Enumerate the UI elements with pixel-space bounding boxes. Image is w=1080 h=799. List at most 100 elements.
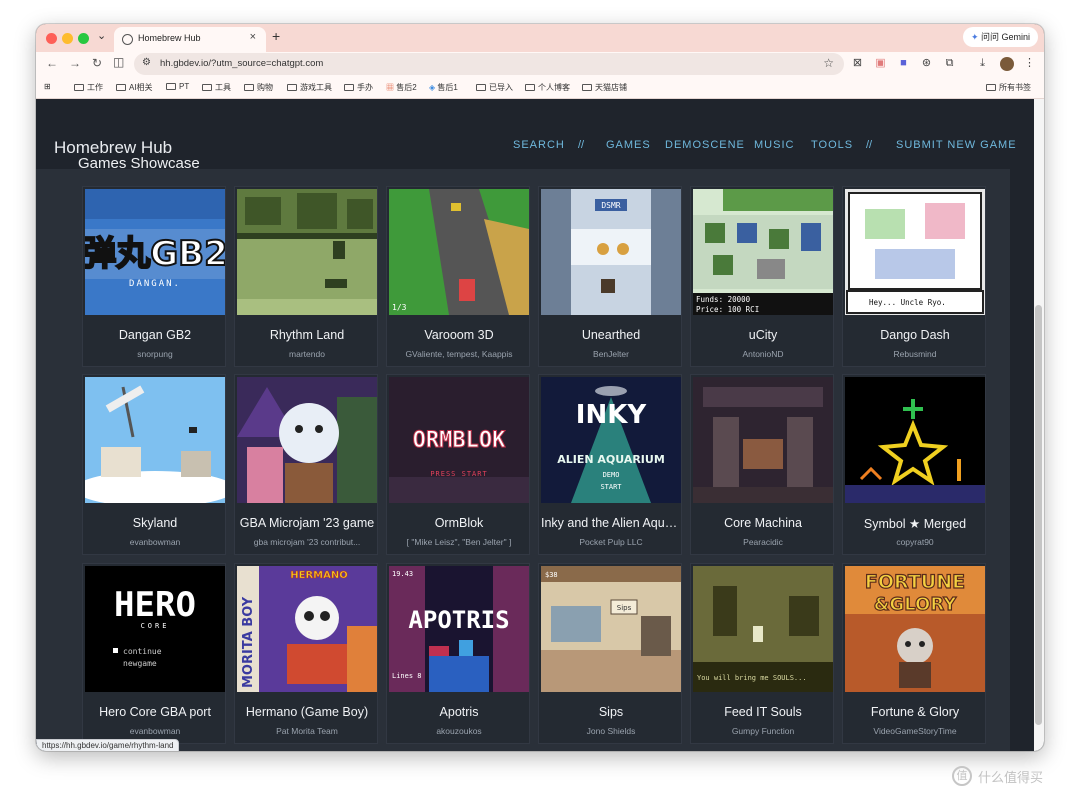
game-card[interactable]: Skyland evanbowman — [82, 374, 226, 555]
gemini-button[interactable]: ✦ 问问 Gemini — [962, 27, 1038, 47]
nav-music[interactable]: MUSIC — [754, 139, 794, 151]
hero-core-thumb: HERO CORE continue newgame — [85, 566, 225, 692]
game-card[interactable]: MORITA BOY HERMANO Hermano (Game Boy) Pa… — [234, 563, 378, 744]
bookmark-folder[interactable]: 天猫店铺 — [582, 82, 627, 93]
bookmark-folder[interactable]: 工作 — [74, 82, 103, 93]
game-title[interactable]: Dango Dash — [845, 328, 985, 342]
game-title[interactable]: Core Machina — [693, 516, 833, 530]
nav-tools[interactable]: TOOLS — [811, 139, 853, 151]
game-author: evanbowman — [129, 537, 181, 547]
game-card[interactable]: 弹丸GB2 DANGAN. Dangan GB2 snorpung — [82, 186, 226, 367]
site-settings-icon[interactable]: ⚙ — [142, 57, 151, 68]
game-author: Jono Shields — [586, 726, 636, 736]
nav-search[interactable]: SEARCH — [513, 139, 565, 151]
core-machina-thumb — [693, 377, 833, 503]
game-title[interactable]: Apotris — [389, 705, 529, 719]
sips-thumb: $38 Sips — [541, 566, 681, 692]
svg-text:DSMR: DSMR — [601, 201, 620, 210]
game-card[interactable]: Funds: 20000 Price: 100 RCI uCity Antoni… — [690, 186, 834, 367]
game-title[interactable]: Unearthed — [541, 328, 681, 342]
all-bookmarks-folder[interactable]: 所有书签 — [986, 82, 1031, 93]
game-title[interactable]: GBA Microjam '23 game — [237, 516, 377, 530]
bookmark-star-icon[interactable]: ☆ — [823, 56, 834, 70]
bookmark-folder[interactable]: AI相关 — [116, 82, 153, 93]
reload-button[interactable]: ↻ — [92, 56, 102, 70]
game-card[interactable]: GBA Microjam '23 game gba microjam '23 c… — [234, 374, 378, 555]
extension-icon[interactable]: ■ — [897, 57, 910, 70]
svg-text:CORE: CORE — [141, 622, 170, 630]
sidebar-toggle-icon[interactable]: ◫ — [113, 55, 124, 69]
puzzle-icon[interactable]: ⧉ — [943, 57, 956, 70]
bookmark-folder[interactable]: 手办 — [344, 82, 373, 93]
game-card[interactable]: 1/3 Varooom 3D GValiente, tempest, Kaapp… — [386, 186, 530, 367]
page-scrollbar[interactable] — [1034, 99, 1044, 751]
game-card[interactable]: 19.43 APOTRIS Lines 8 Apotris akouzoukos — [386, 563, 530, 744]
game-card[interactable]: Rhythm Land martendo — [234, 186, 378, 367]
game-card[interactable]: Hey... Uncle Ryo. Dango Dash Rebusmind — [842, 186, 986, 367]
back-button[interactable]: ← — [46, 56, 58, 70]
avatar[interactable] — [1000, 57, 1014, 71]
svg-text:APOTRIS: APOTRIS — [408, 606, 509, 634]
svg-text:19.43: 19.43 — [392, 570, 413, 578]
download-icon[interactable]: ⤓ — [976, 57, 989, 70]
game-card[interactable]: HERO CORE continue newgame Hero Core GBA… — [82, 563, 226, 744]
game-title[interactable]: Fortune & Glory — [845, 705, 985, 719]
tab-close-icon[interactable]: × — [250, 31, 256, 43]
game-title[interactable]: OrmBlok — [389, 516, 529, 530]
bookmark-folder[interactable]: 工具 — [202, 82, 231, 93]
game-card[interactable]: FORTUNE &GLORY Fortune & Glory VideoGame… — [842, 563, 986, 744]
bookmark-folder[interactable]: 已导入 — [476, 82, 513, 93]
game-title[interactable]: Feed IT Souls — [693, 705, 833, 719]
close-window-button[interactable] — [46, 33, 57, 44]
bookmark-link[interactable]: ▦ 售后2 — [386, 82, 417, 93]
nav-games[interactable]: GAMES — [606, 139, 651, 151]
browser-window: ⌄ Homebrew Hub × + ✦ 问问 Gemini ← → ↻ ◫ ⚙… — [36, 24, 1044, 751]
nav-demoscene[interactable]: DEMOSCENE — [665, 139, 745, 151]
bookmark-folder[interactable]: PT — [166, 82, 189, 91]
address-url[interactable]: hh.gbdev.io/?utm_source=chatgpt.com — [160, 58, 323, 69]
extension-icon[interactable]: ▣ — [874, 57, 887, 70]
game-card[interactable]: You will bring me SOULS... Feed IT Souls… — [690, 563, 834, 744]
extension-icon[interactable]: ⊛ — [920, 57, 933, 70]
game-title[interactable]: Skyland — [85, 516, 225, 530]
forward-button[interactable]: → — [69, 56, 81, 70]
game-author: gba microjam '23 contribut... — [253, 537, 361, 547]
game-title[interactable]: uCity — [693, 328, 833, 342]
bookmark-folder[interactable]: 个人博客 — [525, 82, 570, 93]
tab-search-dropdown-icon[interactable]: ⌄ — [97, 29, 106, 42]
game-card[interactable]: ORMBLOK PRESS START OrmBlok [ "Mike Leis… — [386, 374, 530, 555]
game-title[interactable]: Inky and the Alien Aqua... — [541, 516, 681, 530]
game-card[interactable]: $38 Sips Sips Jono Shields — [538, 563, 682, 744]
game-title[interactable]: Rhythm Land — [237, 328, 377, 342]
zoom-window-button[interactable] — [78, 33, 89, 44]
minimize-window-button[interactable] — [62, 33, 73, 44]
game-card[interactable]: DSMR Unearthed BenJelter — [538, 186, 682, 367]
extension-icon[interactable]: ⊠ — [851, 57, 864, 70]
tab-title: Homebrew Hub — [138, 33, 201, 43]
game-card[interactable]: INKY ALIEN AQUARIUM DEMO START Inky and … — [538, 374, 682, 555]
game-title[interactable]: Varooom 3D — [389, 328, 529, 342]
new-tab-button[interactable]: + — [272, 28, 280, 44]
bookmark-folder[interactable]: 购物 — [244, 82, 273, 93]
game-title[interactable]: Symbol ★ Merged — [845, 516, 985, 531]
game-author: Pearacidic — [743, 537, 783, 547]
game-title[interactable]: Dangan GB2 — [85, 328, 225, 342]
bookmark-link[interactable]: ◈ 售后1 — [429, 82, 458, 93]
game-title[interactable]: Hermano (Game Boy) — [237, 705, 377, 719]
game-card[interactable]: Core Machina Pearacidic — [690, 374, 834, 555]
game-title[interactable]: Sips — [541, 705, 681, 719]
nav-submit-new-game[interactable]: SUBMIT NEW GAME — [896, 139, 1017, 151]
browser-toolbar: ← → ↻ ◫ ⚙ hh.gbdev.io/?utm_source=chatgp… — [36, 52, 1044, 77]
game-author: Pat Morita Team — [276, 726, 338, 736]
scrollbar-thumb[interactable] — [1035, 305, 1042, 725]
game-author: VideoGameStoryTime — [873, 726, 957, 736]
svg-text:You will bring me SOULS...: You will bring me SOULS... — [697, 674, 807, 682]
tab-homebrew-hub[interactable]: Homebrew Hub × — [114, 27, 266, 52]
more-menu-icon[interactable]: ⋮ — [1023, 57, 1036, 70]
game-title[interactable]: Hero Core GBA port — [85, 705, 225, 719]
bookmark-folder[interactable]: 游戏工具 — [287, 82, 332, 93]
watermark-logo: 值 — [952, 766, 972, 786]
address-bar[interactable]: ⚙ hh.gbdev.io/?utm_source=chatgpt.com ☆ — [134, 53, 844, 75]
apps-grid-icon[interactable]: ⊞ — [44, 82, 51, 91]
game-card[interactable]: Symbol ★ Merged copyrat90 — [842, 374, 986, 555]
